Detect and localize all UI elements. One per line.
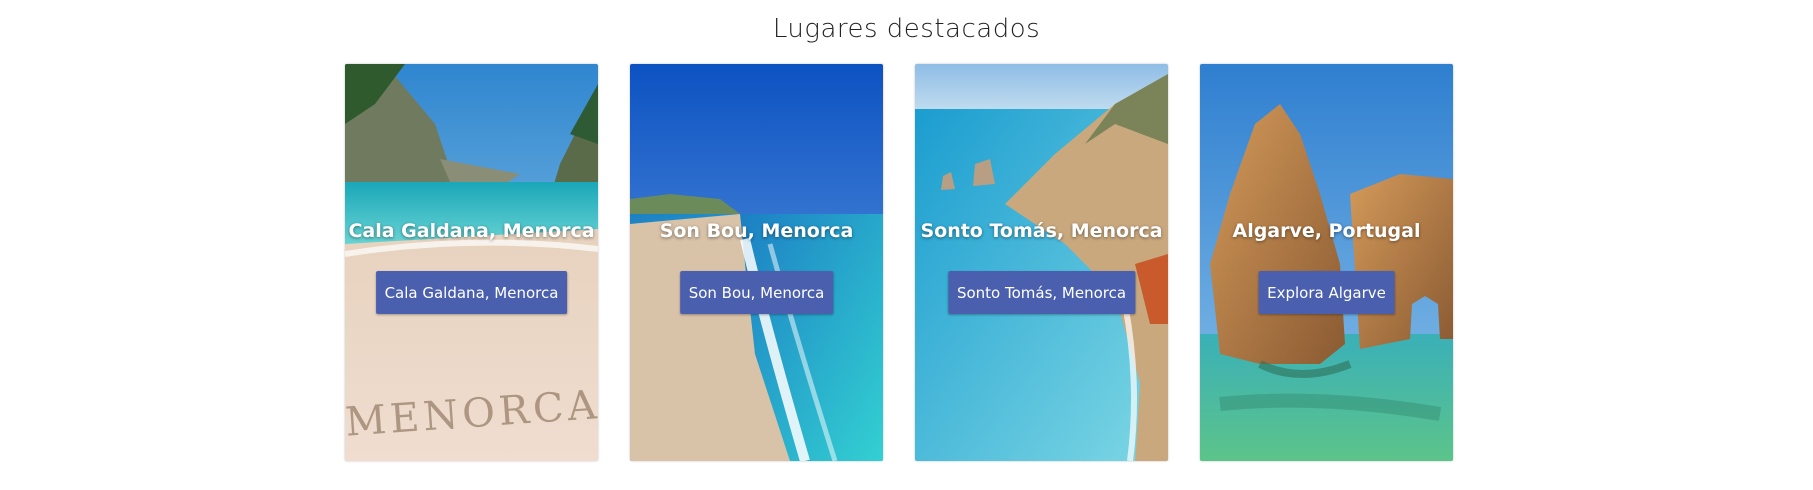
destination-card-son-bou: Son Bou, Menorca Son Bou, Menorca	[630, 64, 883, 461]
destination-card-algarve: Algarve, Portugal Explora Algarve	[1200, 64, 1453, 461]
card-title: Cala Galdana, Menorca	[348, 220, 595, 242]
destination-card-cala-galdana: MENORCA Cala Galdana, Menorca Cala Galda…	[345, 64, 598, 461]
explora-algarve-button[interactable]: Explora Algarve	[1258, 271, 1395, 314]
card-title: Son Bou, Menorca	[659, 220, 854, 242]
destinations-cards: MENORCA Cala Galdana, Menorca Cala Galda…	[345, 64, 1453, 461]
cala-galdana-button[interactable]: Cala Galdana, Menorca	[375, 271, 568, 314]
algarve-photo	[1200, 64, 1453, 461]
card-title: Algarve, Portugal	[1232, 220, 1421, 242]
sonto-tomas-photo	[915, 64, 1168, 461]
son-bou-button[interactable]: Son Bou, Menorca	[679, 271, 834, 314]
sonto-tomas-button[interactable]: Sonto Tomás, Menorca	[947, 271, 1136, 314]
son-bou-photo	[630, 64, 883, 461]
destination-card-sonto-tomas: Sonto Tomás, Menorca Sonto Tomás, Menorc…	[915, 64, 1168, 461]
card-title: Sonto Tomás, Menorca	[920, 220, 1163, 242]
section-title: Lugares destacados	[772, 14, 1041, 44]
